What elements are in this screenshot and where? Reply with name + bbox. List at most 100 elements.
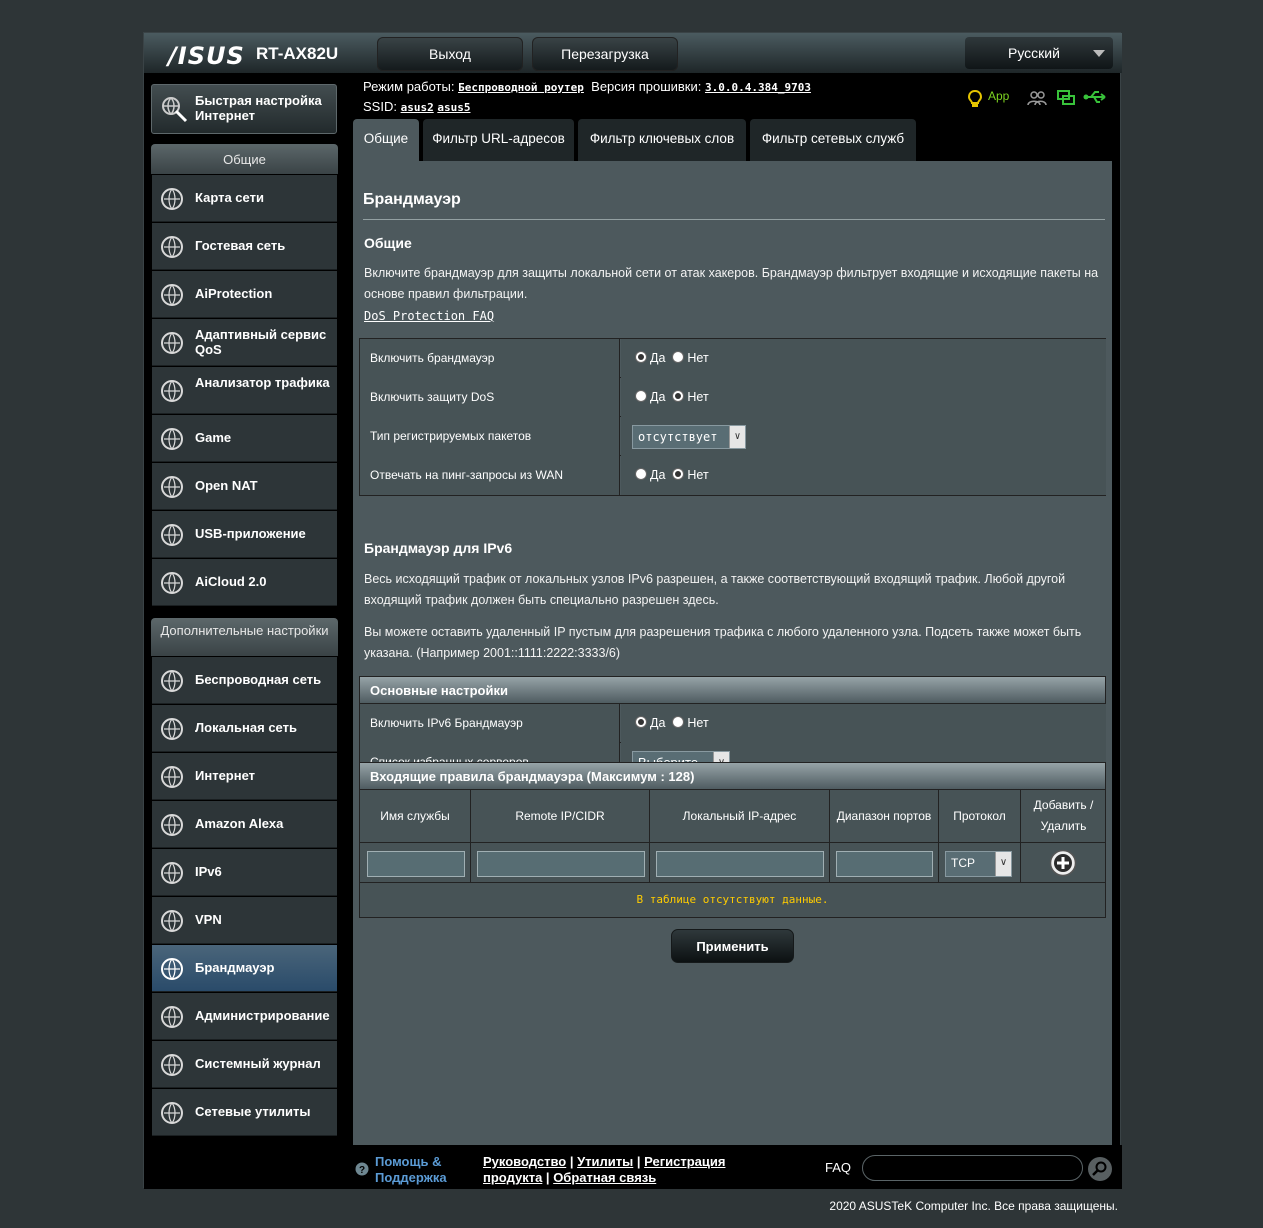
feedback-link[interactable]: Обратная связь [553, 1170, 656, 1185]
sidebar-item-syslog[interactable]: Системный журнал [152, 1041, 337, 1088]
sidebar-item-game[interactable]: Game [152, 415, 337, 462]
sidebar-item-network-tools[interactable]: Сетевые утилиты [152, 1089, 337, 1136]
sidebar-item-label: Сетевые утилиты [195, 1104, 311, 1119]
help-icon: ? [355, 1162, 369, 1176]
port-range-input[interactable] [836, 851, 933, 877]
radio-yes-label: Да [650, 468, 666, 482]
mode-label: Режим работы: [363, 79, 455, 94]
sidebar-item-label: VPN [195, 912, 222, 927]
radio-no[interactable] [672, 351, 685, 363]
radio-no[interactable] [672, 390, 685, 402]
radio-yes[interactable] [635, 716, 647, 728]
sidebar-item-lan[interactable]: Локальная сеть [152, 705, 337, 752]
app-label[interactable]: App [988, 89, 1009, 103]
setting-label: Тип регистрируемых пакетов [360, 417, 620, 456]
tab-general[interactable]: Общие [353, 119, 419, 161]
clients-icon[interactable] [1027, 90, 1047, 106]
radio-yes[interactable] [635, 351, 647, 363]
firmware-link[interactable]: 3.0.0.4.384_9703 [705, 81, 811, 94]
sidebar-item-guest-network[interactable]: Гостевая сеть [152, 223, 337, 270]
radio-no[interactable] [672, 716, 685, 728]
tab-keyword-filter[interactable]: Фильтр ключевых слов [578, 119, 746, 161]
dos-faq-link[interactable]: DoS Protection FAQ [364, 309, 494, 323]
search-icon [1092, 1161, 1107, 1176]
firewall-icon [158, 955, 186, 983]
faq-search-input[interactable] [862, 1155, 1083, 1181]
radio-yes[interactable] [635, 468, 647, 480]
sidebar-item-vpn[interactable]: VPN [152, 897, 337, 944]
rules-input-row: TCP ∨ [360, 843, 1105, 883]
protocol-select[interactable]: TCP ∨ [945, 851, 1012, 877]
general-group-header: Общие [151, 144, 338, 174]
local-ip-input[interactable] [656, 851, 824, 877]
help-support-link[interactable]: Помощь & Поддержка [375, 1154, 447, 1186]
ssid-link-1[interactable]: asus2 [401, 101, 434, 114]
utilities-link[interactable]: Утилиты [577, 1154, 633, 1169]
sidebar-item-label: Amazon Alexa [195, 816, 284, 831]
sidebar-item-wan[interactable]: Интернет [152, 753, 337, 800]
network-tools-icon [158, 1099, 186, 1127]
language-value: Русский [1008, 45, 1060, 61]
sidebar-item-traffic-analyzer[interactable]: Анализатор трафика [152, 367, 337, 414]
sidebar-item-aicloud[interactable]: AiCloud 2.0 [152, 559, 337, 606]
traffic-analyzer-icon [158, 377, 186, 405]
top-bar: /ISUS RT-AX82U Выход Перезагрузка Русски… [144, 33, 1122, 73]
sidebar-item-aiprotection[interactable]: AiProtection [152, 271, 337, 318]
model-name: RT-AX82U [256, 44, 339, 63]
sidebar-item-wireless[interactable]: Беспроводная сеть [152, 657, 337, 704]
sidebar-item-label: Беспроводная сеть [195, 672, 322, 687]
sidebar-item-firewall[interactable]: Брандмауэр [152, 945, 337, 992]
network-status-icon[interactable] [1057, 90, 1075, 106]
service-name-input[interactable] [367, 851, 465, 877]
remote-ip-input[interactable] [477, 851, 645, 877]
sidebar-item-usb-app[interactable]: USB-приложение [152, 511, 337, 558]
aicloud-icon [158, 569, 186, 597]
manual-link[interactable]: Руководство [483, 1154, 566, 1169]
bulb-icon[interactable] [968, 90, 982, 108]
footer-links: Руководство | Утилиты | Регистрация прод… [483, 1154, 726, 1185]
router-frame: /ISUS RT-AX82U Выход Перезагрузка Русски… [143, 32, 1122, 1189]
tab-url-filter[interactable]: Фильтр URL-адресов [423, 119, 574, 161]
radio-no-label: Нет [687, 351, 709, 365]
quick-setup-label: Быстрая настройка Интернет [195, 93, 322, 123]
log-type-select[interactable]: отсутствует ∨ [632, 424, 746, 449]
sidebar-item-admin[interactable]: Администрирование [152, 993, 337, 1040]
admin-icon [158, 1003, 186, 1031]
language-select[interactable]: Русский [965, 37, 1113, 69]
logout-button[interactable]: Выход [377, 37, 523, 71]
setting-row-dos: Включить защиту DoS Да Нет [360, 378, 1106, 417]
ssid-link-2[interactable]: asus5 [437, 101, 470, 114]
faq-search-button[interactable] [1088, 1157, 1112, 1181]
alexa-icon [158, 811, 186, 839]
sidebar-item-qos[interactable]: Адаптивный сервис QoS [152, 319, 337, 366]
sidebar-item-ipv6[interactable]: IPv6 [152, 849, 337, 896]
tab-service-filter[interactable]: Фильтр сетевых служб [750, 119, 916, 161]
ipv6-section-title: Брандмауэр для IPv6 [364, 540, 513, 556]
sidebar-item-label: Брандмауэр [195, 960, 275, 975]
ipv6-icon [158, 859, 186, 887]
apply-button[interactable]: Применить [671, 929, 794, 963]
radio-yes-label: Да [650, 390, 666, 404]
lan-icon [158, 715, 186, 743]
setting-value: Да Нет [621, 339, 1106, 378]
sidebar-item-network-map[interactable]: Карта сети [152, 175, 337, 222]
sidebar-item-open-nat[interactable]: Open NAT [152, 463, 337, 510]
status-info: Режим работы: Беспроводной роутер Версия… [363, 77, 811, 117]
radio-yes[interactable] [635, 390, 647, 402]
usb-status-icon[interactable] [1083, 90, 1109, 104]
sidebar-item-label: AiProtection [195, 286, 273, 301]
product-link[interactable]: продукта [483, 1170, 542, 1185]
reboot-button[interactable]: Перезагрузка [532, 37, 678, 71]
chevron-down-icon [1093, 50, 1105, 57]
quick-setup-button[interactable]: Быстрая настройка Интернет [151, 84, 337, 134]
registration-link[interactable]: Регистрация [644, 1154, 725, 1169]
wan-icon [158, 763, 186, 791]
radio-yes-label: Да [650, 351, 666, 365]
sidebar-item-label: Адаптивный сервис QoS [195, 327, 327, 357]
mode-link[interactable]: Беспроводной роутер [458, 81, 584, 94]
sidebar-item-label: Game [195, 430, 232, 445]
radio-no[interactable] [672, 468, 685, 480]
sidebar-item-alexa[interactable]: Amazon Alexa [152, 801, 337, 848]
add-rule-icon[interactable] [1049, 849, 1077, 877]
main-content: Брандмауэр Общие Включите брандмауэр для… [353, 161, 1112, 1145]
